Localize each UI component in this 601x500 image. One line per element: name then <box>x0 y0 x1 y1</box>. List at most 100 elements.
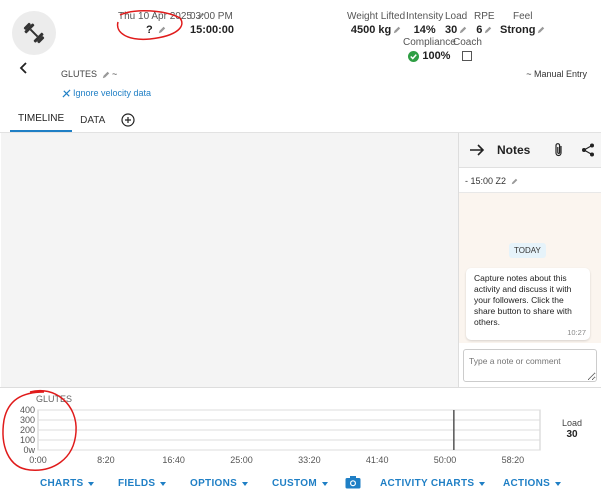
date-value: ? <box>146 24 153 36</box>
metric-feel[interactable]: Feel Strong <box>500 11 545 36</box>
coach-checkbox[interactable] <box>462 51 473 61</box>
metric-label: Intensity <box>406 11 444 22</box>
chevron-down-icon <box>555 481 562 486</box>
metric-intensity: Intensity 14% <box>406 11 443 36</box>
timeline-canvas[interactable] <box>1 133 458 387</box>
charts-label: CHARTS <box>40 478 84 489</box>
pencil-icon[interactable] <box>102 71 110 79</box>
date-label: Thu 10 Apr 2025 <box>118 11 192 22</box>
chart-x-tick-label: 16:40 <box>162 455 185 465</box>
chart-x-tick-label: 0:00 <box>29 455 47 465</box>
notes-header: Notes <box>459 133 601 168</box>
arrow-right-icon[interactable] <box>469 143 485 157</box>
activity-avatar <box>12 11 56 55</box>
activity-chart[interactable]: 400 300 200 100 0w 0:00 8:20 16:40 25:00 33:20 41:… <box>0 388 601 468</box>
pencil-icon[interactable] <box>511 178 518 185</box>
chevron-down-icon <box>479 481 486 486</box>
activity-name[interactable]: GLUTES ~ <box>61 69 117 79</box>
custom-menu-button[interactable]: CUSTOM <box>272 478 328 489</box>
fields-menu-button[interactable]: FIELDS <box>118 478 167 489</box>
dumbbell-icon <box>23 22 45 44</box>
metric-rpe[interactable]: RPE 6 <box>474 11 495 36</box>
today-badge: TODAY <box>509 243 546 258</box>
chart-x-tick-label: 58:20 <box>502 455 525 465</box>
metric-label: Weight Lifted <box>347 11 406 22</box>
chevron-down-icon <box>160 481 167 486</box>
metric-label: RPE <box>474 11 495 22</box>
metric-weight-lifted[interactable]: Weight Lifted 4500 kg <box>347 11 405 36</box>
activity-name-text: GLUTES <box>61 69 98 79</box>
options-label: OPTIONS <box>190 478 238 489</box>
compliance-value: 100% <box>422 50 451 62</box>
metric-value: Strong <box>500 24 536 36</box>
manual-entry-label: ~ Manual Entry <box>526 69 587 79</box>
chevron-down-icon <box>321 481 328 486</box>
actions-menu-button[interactable]: ACTIONS <box>503 478 562 489</box>
chart-y-tick-label: 400 <box>20 405 35 415</box>
metric-value: 6 <box>476 24 483 36</box>
notes-thread: TODAY Capture notes about this activity … <box>459 193 601 343</box>
activity-header: Thu 10 Apr 2025 ? 03:00 PM 15:00:00 Weig… <box>0 0 601 110</box>
tab-data[interactable]: DATA <box>72 115 113 132</box>
time-value: 15:00:00 <box>190 24 235 36</box>
chart-x-tick-label: 50:00 <box>434 455 457 465</box>
chart-x-tick-label: 41:40 <box>366 455 389 465</box>
paperclip-icon[interactable] <box>553 142 565 158</box>
add-circle-icon[interactable] <box>121 113 135 127</box>
compliance-label: Compliance <box>403 37 456 48</box>
notes-panel: Notes - 15:00 Z2 TODAY Capture notes abo… <box>458 133 601 387</box>
notes-title: Notes <box>497 143 531 157</box>
note-time-entry[interactable]: - 15:00 Z2 <box>459 168 601 193</box>
tab-timeline[interactable]: TIMELINE <box>10 113 73 132</box>
metric-label: Load <box>445 11 468 22</box>
ignore-velocity-text: Ignore velocity data <box>73 88 152 98</box>
charts-menu-button[interactable]: CHARTS <box>40 478 95 489</box>
note-time-text: - 15:00 Z2 <box>465 176 507 186</box>
share-icon[interactable] <box>581 143 595 157</box>
chart-load-summary: Load 30 <box>552 418 592 440</box>
metric-value: 30 <box>445 24 458 36</box>
chevron-down-icon <box>88 481 95 486</box>
chart-y-tick-label: 0w <box>23 445 35 455</box>
chart-svg: 4003002001000w0:00 8:20 16:40 25:00 33:20 41:… <box>20 405 541 465</box>
time-label: 03:00 PM <box>190 11 233 22</box>
metric-load[interactable]: Load 30 <box>445 11 467 36</box>
time-field[interactable]: 03:00 PM 15:00:00 <box>190 11 234 36</box>
note-comment-input[interactable] <box>463 349 597 382</box>
chart-load-value: 30 <box>566 429 578 440</box>
custom-label: CUSTOM <box>272 478 317 489</box>
pencil-icon[interactable] <box>537 26 545 34</box>
pencil-icon[interactable] <box>459 26 467 34</box>
back-arrow-icon[interactable] <box>18 62 30 74</box>
metric-value: 4500 kg <box>350 24 392 36</box>
activity-charts-label: ACTIVITY CHARTS <box>380 478 475 489</box>
velocity-off-icon <box>62 88 71 98</box>
fields-label: FIELDS <box>118 478 156 489</box>
pencil-icon[interactable] <box>393 26 401 34</box>
note-message-bubble: Capture notes about this activity and di… <box>466 268 590 340</box>
metric-value: 14% <box>413 24 436 36</box>
chart-y-tick-label: 200 <box>20 425 35 435</box>
camera-icon[interactable] <box>345 475 361 489</box>
pencil-icon[interactable] <box>484 26 492 34</box>
ignore-velocity-link[interactable]: Ignore velocity data <box>62 88 151 98</box>
coach-label: Coach <box>453 37 482 48</box>
metric-label: Feel <box>513 11 533 22</box>
chart-x-tick-label: 33:20 <box>298 455 321 465</box>
activity-name-suffix: ~ <box>112 69 118 79</box>
chart-x-tick-label: 8:20 <box>97 455 115 465</box>
view-tabs: TIMELINE DATA <box>10 108 135 132</box>
chart-title: GLUTES <box>36 394 73 404</box>
chart-y-tick-label: 300 <box>20 415 35 425</box>
chart-load-label: Load <box>561 418 583 428</box>
bottom-toolbar: CHARTS FIELDS OPTIONS CUSTOM ACTIVITY CH… <box>0 470 601 498</box>
pencil-icon[interactable] <box>158 26 166 34</box>
activity-charts-menu-button[interactable]: ACTIVITY CHARTS <box>380 478 486 489</box>
compliance-metric: Compliance 100% <box>403 37 456 62</box>
check-circle-icon <box>408 50 420 62</box>
chart-x-tick-label: 25:00 <box>230 455 253 465</box>
coach-metric[interactable]: Coach <box>453 37 482 61</box>
options-menu-button[interactable]: OPTIONS <box>190 478 249 489</box>
note-message-time: 10:27 <box>567 328 586 337</box>
note-message-text: Capture notes about this activity and di… <box>474 273 572 327</box>
